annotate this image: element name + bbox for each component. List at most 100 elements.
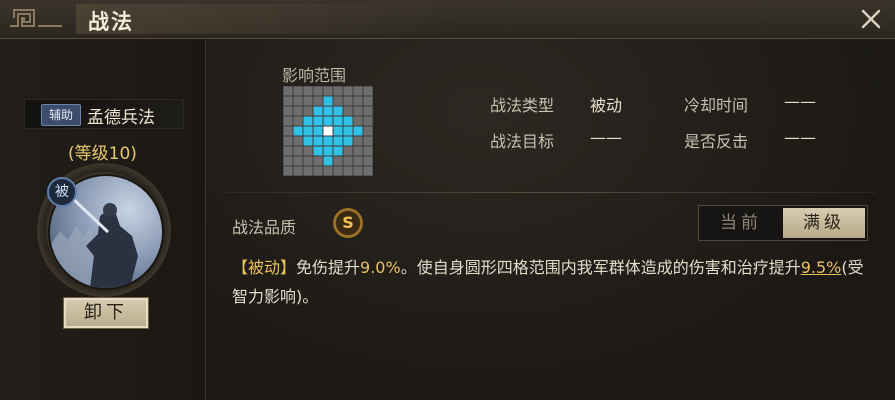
range-empty-cell [283,86,294,97]
skill-target-value: —— [590,128,622,147]
range-empty-cell [342,86,354,97]
range-affected-cell [332,145,344,157]
skill-name: 孟德兵法 [87,108,155,128]
cooldown-label: 冷却时间 [684,96,749,115]
range-affected-cell [302,115,314,127]
range-empty-cell [312,86,324,97]
range-empty-cell [362,145,373,157]
skill-type-value: 被动 [590,96,623,115]
range-empty-cell [312,95,324,107]
close-icon[interactable] [857,5,885,33]
skill-type-badge: 辅助 [41,104,81,126]
range-affected-cell [332,105,344,117]
skill-name-box: 辅助 孟德兵法 [24,99,184,129]
range-empty-cell [283,155,294,167]
range-affected-cell [322,105,334,117]
range-affected-cell [292,125,304,137]
range-empty-cell [342,165,354,176]
range-empty-cell [302,165,314,176]
range-empty-cell [352,95,364,107]
range-empty-cell [292,145,304,157]
range-empty-cell [312,155,324,167]
range-empty-cell [352,165,364,176]
tab-current[interactable]: 当前 [701,208,781,238]
range-empty-cell [283,145,294,157]
range-empty-cell [283,105,294,117]
range-empty-cell [362,86,373,97]
range-center-cell [322,125,334,137]
range-empty-cell [283,115,294,127]
range-empty-cell [283,135,294,147]
range-empty-cell [302,155,314,167]
section-divider [226,192,876,193]
range-empty-cell [322,165,334,176]
range-affected-cell [342,125,354,137]
range-affected-cell [332,125,344,137]
range-empty-cell [332,165,344,176]
range-affected-cell [332,135,344,147]
description-text-1: 免伤提升 [296,258,361,277]
range-empty-cell [362,155,373,167]
range-empty-cell [292,135,304,147]
cooldown-value: —— [784,92,816,111]
skill-level: (等级10) [68,144,137,164]
unequip-button[interactable]: 卸下 [63,297,149,329]
range-empty-cell [292,155,304,167]
title-bar: 战法 [0,0,895,39]
range-empty-cell [322,86,334,97]
range-empty-cell [283,95,294,107]
damage-reduction-value: 9.0% [360,258,401,277]
range-empty-cell [352,105,364,117]
range-affected-cell [322,95,334,107]
range-empty-cell [312,165,324,176]
range-affected-cell [312,105,324,117]
range-affected-cell [312,135,324,147]
range-empty-cell [283,165,294,176]
range-empty-cell [362,135,373,147]
range-empty-cell [332,95,344,107]
window-title: 战法 [88,10,134,34]
range-affected-cell [302,125,314,137]
range-empty-cell [292,95,304,107]
range-empty-cell [342,145,354,157]
skill-description: 【被动】免伤提升9.0%。使自身圆形四格范围内我军群体造成的伤害和治疗提升9.5… [232,253,872,311]
quality-label: 战法品质 [232,218,297,237]
range-affected-cell [302,135,314,147]
range-empty-cell [332,155,344,167]
range-affected-cell [312,145,324,157]
range-empty-cell [292,115,304,127]
range-empty-cell [352,155,364,167]
range-affected-cell [352,125,364,137]
skill-type-label: 战法类型 [490,96,555,115]
range-empty-cell [342,105,354,117]
range-affected-cell [322,155,334,167]
counter-value: —— [784,128,816,147]
passive-tag: 【被动】 [232,258,297,277]
range-affected-cell [322,115,334,127]
range-affected-cell [312,125,324,137]
cloud-ornament-icon [10,9,62,27]
range-empty-cell [362,115,373,127]
range-empty-cell [292,105,304,117]
range-affected-cell [342,115,354,127]
range-empty-cell [352,115,364,127]
range-empty-cell [352,135,364,147]
range-affected-cell [322,145,334,157]
range-affected-cell [322,135,334,147]
range-empty-cell [352,86,364,97]
range-title: 影响范围 [282,66,347,85]
range-affected-cell [332,115,344,127]
range-empty-cell [352,145,364,157]
quality-grade-badge: S [333,208,363,238]
range-empty-cell [302,145,314,157]
range-empty-cell [362,165,373,176]
range-empty-cell [342,95,354,107]
range-empty-cell [283,125,294,137]
range-empty-cell [302,86,314,97]
tab-max-level[interactable]: 满级 [783,208,865,238]
range-empty-cell [302,95,314,107]
range-affected-cell [312,115,324,127]
counter-label: 是否反击 [684,132,749,151]
range-grid [283,86,373,176]
range-empty-cell [292,86,304,97]
